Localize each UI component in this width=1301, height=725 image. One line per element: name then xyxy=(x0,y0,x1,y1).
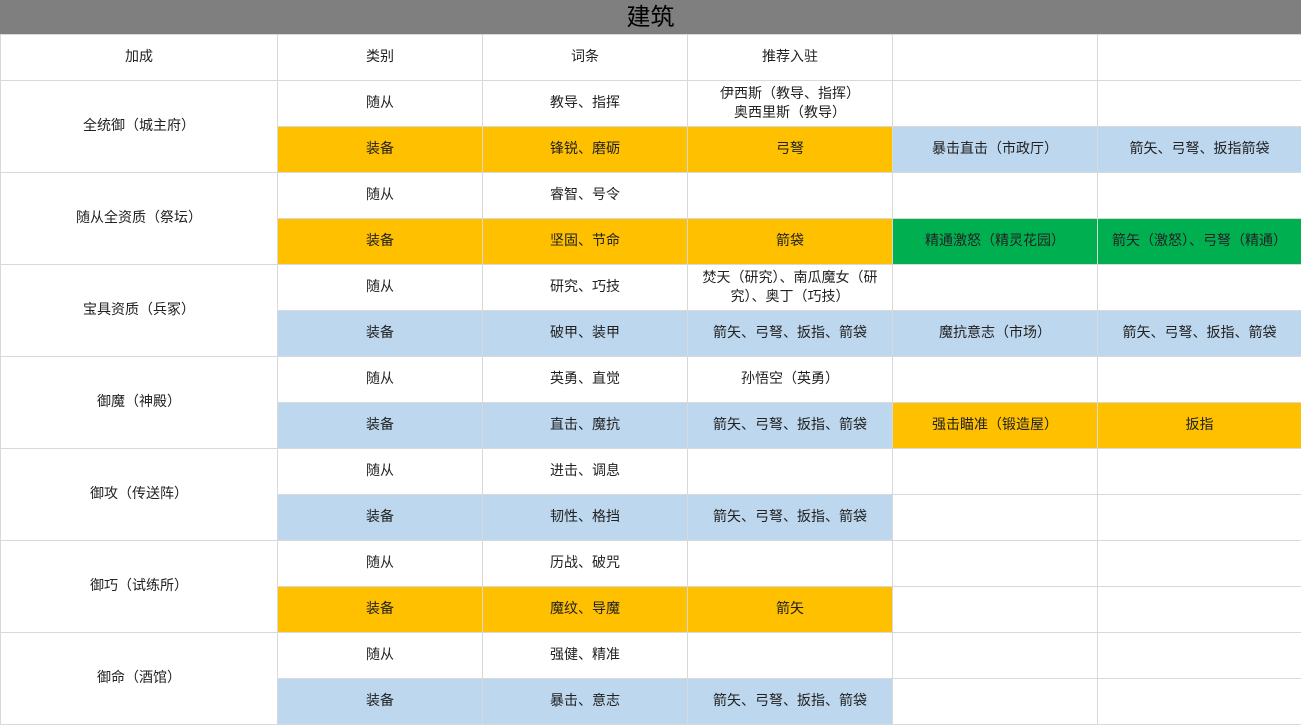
cell-entry[interactable]: 进击、调息 xyxy=(483,449,688,495)
cell-entry[interactable]: 英勇、直觉 xyxy=(483,357,688,403)
cell-entry[interactable]: 研究、巧技 xyxy=(483,265,688,311)
header-cell-extra2[interactable] xyxy=(1098,35,1301,81)
cell-extra2[interactable] xyxy=(1098,633,1301,679)
cell-entry[interactable]: 破甲、装甲 xyxy=(483,311,688,357)
cell-extra2[interactable] xyxy=(1098,449,1301,495)
cell-category[interactable]: 装备 xyxy=(278,679,483,725)
cell-category[interactable]: 随从 xyxy=(278,81,483,127)
table-row: 御攻（传送阵）随从进击、调息 xyxy=(1,449,1301,495)
cell-recommend[interactable]: 箭矢、弓弩、扳指、箭袋 xyxy=(688,403,893,449)
cell-extra1[interactable] xyxy=(893,357,1098,403)
cell-extra1[interactable] xyxy=(893,587,1098,633)
table-row: 全统御（城主府）随从教导、指挥伊西斯（教导、指挥）奥西里斯（教导） xyxy=(1,81,1301,127)
cell-bonus[interactable]: 随从全资质（祭坛） xyxy=(1,173,278,265)
cell-entry[interactable]: 历战、破咒 xyxy=(483,541,688,587)
cell-entry[interactable]: 暴击、意志 xyxy=(483,679,688,725)
cell-recommend[interactable] xyxy=(688,449,893,495)
cell-extra1[interactable] xyxy=(893,541,1098,587)
cell-recommend[interactable]: 孙悟空（英勇） xyxy=(688,357,893,403)
header-cell-bonus[interactable]: 加成 xyxy=(1,35,278,81)
cell-category[interactable]: 装备 xyxy=(278,587,483,633)
cell-extra1[interactable] xyxy=(893,173,1098,219)
cell-extra2[interactable] xyxy=(1098,357,1301,403)
cell-entry[interactable]: 强健、精准 xyxy=(483,633,688,679)
table-row: 宝具资质（兵冢）随从研究、巧技焚天（研究）、南瓜魔女（研究）、奥丁（巧技） xyxy=(1,265,1301,311)
cell-bonus[interactable]: 宝具资质（兵冢） xyxy=(1,265,278,357)
cell-category[interactable]: 装备 xyxy=(278,495,483,541)
cell-recommend[interactable]: 箭矢 xyxy=(688,587,893,633)
cell-extra2[interactable] xyxy=(1098,587,1301,633)
cell-entry[interactable]: 坚固、节命 xyxy=(483,219,688,265)
cell-recommend[interactable]: 箭矢、弓弩、扳指、箭袋 xyxy=(688,311,893,357)
cell-entry[interactable]: 教导、指挥 xyxy=(483,81,688,127)
cell-recommend[interactable] xyxy=(688,173,893,219)
cell-extra1[interactable] xyxy=(893,633,1098,679)
cell-category[interactable]: 随从 xyxy=(278,265,483,311)
cell-entry[interactable]: 锋锐、磨砺 xyxy=(483,127,688,173)
cell-extra1[interactable] xyxy=(893,679,1098,725)
header-row: 加成 类别 词条 推荐入驻 xyxy=(1,35,1301,81)
cell-extra1[interactable] xyxy=(893,495,1098,541)
cell-recommend[interactable]: 伊西斯（教导、指挥）奥西里斯（教导） xyxy=(688,81,893,127)
cell-extra1[interactable] xyxy=(893,265,1098,311)
cell-extra1[interactable]: 魔抗意志（市场） xyxy=(893,311,1098,357)
cell-bonus[interactable]: 御魔（神殿） xyxy=(1,357,278,449)
sheet-title: 建筑 xyxy=(0,0,1301,34)
cell-extra2[interactable]: 箭矢（激怒）、弓弩（精通） xyxy=(1098,219,1301,265)
cell-extra2[interactable] xyxy=(1098,173,1301,219)
cell-entry[interactable]: 睿智、号令 xyxy=(483,173,688,219)
cell-extra2[interactable] xyxy=(1098,265,1301,311)
cell-extra1[interactable] xyxy=(893,81,1098,127)
header-cell-category[interactable]: 类别 xyxy=(278,35,483,81)
cell-category[interactable]: 随从 xyxy=(278,449,483,495)
cell-recommend[interactable] xyxy=(688,633,893,679)
cell-recommend[interactable]: 箭矢、弓弩、扳指、箭袋 xyxy=(688,495,893,541)
cell-recommend[interactable]: 箭矢、弓弩、扳指、箭袋 xyxy=(688,679,893,725)
cell-extra1[interactable]: 精通激怒（精灵花园） xyxy=(893,219,1098,265)
cell-extra2[interactable]: 扳指 xyxy=(1098,403,1301,449)
cell-extra2[interactable] xyxy=(1098,81,1301,127)
table-row: 御巧（试练所）随从历战、破咒 xyxy=(1,541,1301,587)
cell-category[interactable]: 装备 xyxy=(278,403,483,449)
table-row: 随从全资质（祭坛）随从睿智、号令 xyxy=(1,173,1301,219)
cell-recommend[interactable]: 焚天（研究）、南瓜魔女（研究）、奥丁（巧技） xyxy=(688,265,893,311)
cell-extra2[interactable] xyxy=(1098,541,1301,587)
table-row: 御魔（神殿）随从英勇、直觉孙悟空（英勇） xyxy=(1,357,1301,403)
cell-bonus[interactable]: 御巧（试练所） xyxy=(1,541,278,633)
cell-category[interactable]: 随从 xyxy=(278,541,483,587)
cell-entry[interactable]: 魔纹、导魔 xyxy=(483,587,688,633)
cell-extra2[interactable]: 箭矢、弓弩、扳指箭袋 xyxy=(1098,127,1301,173)
cell-bonus[interactable]: 御攻（传送阵） xyxy=(1,449,278,541)
cell-extra2[interactable]: 箭矢、弓弩、扳指、箭袋 xyxy=(1098,311,1301,357)
cell-category[interactable]: 装备 xyxy=(278,311,483,357)
cell-category[interactable]: 随从 xyxy=(278,633,483,679)
cell-category[interactable]: 装备 xyxy=(278,219,483,265)
cell-extra2[interactable] xyxy=(1098,495,1301,541)
cell-entry[interactable]: 韧性、格挡 xyxy=(483,495,688,541)
building-table: 加成 类别 词条 推荐入驻 全统御（城主府）随从教导、指挥伊西斯（教导、指挥）奥… xyxy=(0,34,1301,725)
cell-category[interactable]: 随从 xyxy=(278,357,483,403)
table-row: 御命（酒馆）随从强健、精准 xyxy=(1,633,1301,679)
cell-recommend[interactable] xyxy=(688,541,893,587)
cell-extra1[interactable]: 强击瞄准（锻造屋） xyxy=(893,403,1098,449)
header-cell-extra1[interactable] xyxy=(893,35,1098,81)
cell-extra1[interactable] xyxy=(893,449,1098,495)
cell-extra1[interactable]: 暴击直击（市政厅） xyxy=(893,127,1098,173)
cell-bonus[interactable]: 御命（酒馆） xyxy=(1,633,278,725)
cell-category[interactable]: 随从 xyxy=(278,173,483,219)
cell-recommend[interactable]: 弓弩 xyxy=(688,127,893,173)
cell-entry[interactable]: 直击、魔抗 xyxy=(483,403,688,449)
cell-recommend[interactable]: 箭袋 xyxy=(688,219,893,265)
header-cell-entry[interactable]: 词条 xyxy=(483,35,688,81)
cell-bonus[interactable]: 全统御（城主府） xyxy=(1,81,278,173)
cell-extra2[interactable] xyxy=(1098,679,1301,725)
cell-category[interactable]: 装备 xyxy=(278,127,483,173)
header-cell-recommend[interactable]: 推荐入驻 xyxy=(688,35,893,81)
